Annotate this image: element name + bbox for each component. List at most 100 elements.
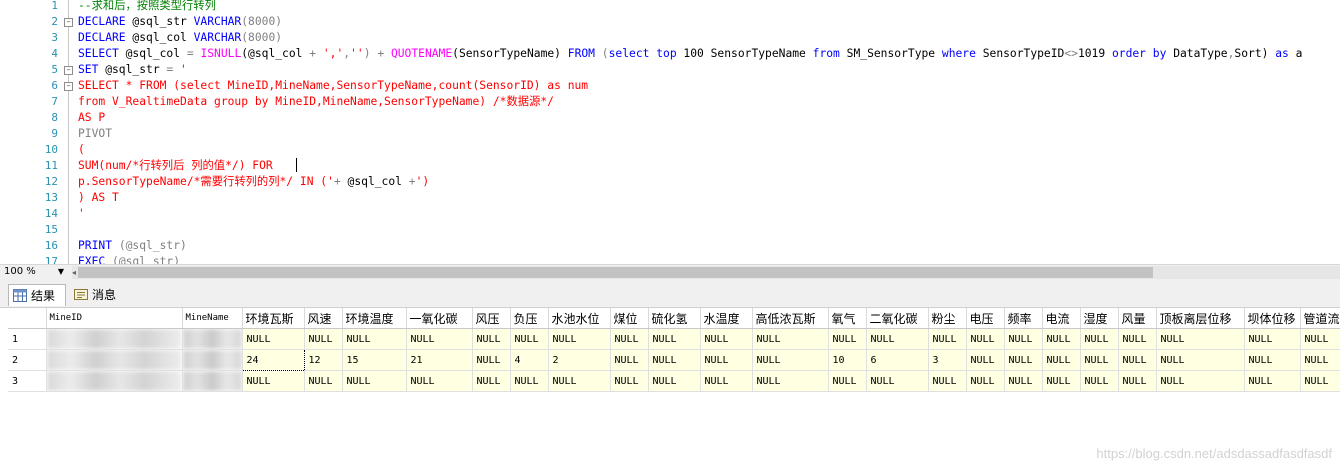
row-number[interactable]: 2 (8, 349, 47, 371)
grid-cell[interactable]: NULL (1244, 328, 1301, 350)
redacted-mine-name-cell[interactable] (182, 349, 243, 371)
grid-cell[interactable]: NULL (1004, 370, 1043, 392)
column-header[interactable]: 环境瓦斯 (242, 308, 305, 329)
grid-cell[interactable]: 2 (548, 349, 611, 371)
grid-cell[interactable]: NULL (700, 349, 753, 371)
grid-cell[interactable]: NULL (966, 370, 1005, 392)
grid-cell[interactable]: NULL (1042, 328, 1081, 350)
grid-cell[interactable]: NULL (1004, 328, 1043, 350)
grid-cell[interactable]: 10 (828, 349, 867, 371)
grid-cell[interactable]: NULL (242, 328, 305, 350)
grid-cell[interactable]: NULL (1118, 370, 1157, 392)
column-header[interactable]: 风速 (304, 308, 343, 329)
column-header[interactable]: 粉尘 (928, 308, 967, 329)
grid-cell[interactable]: 15 (342, 349, 407, 371)
grid-cell[interactable]: 4 (510, 349, 549, 371)
grid-cell[interactable]: NULL (700, 370, 753, 392)
column-header[interactable]: 硫化氢 (648, 308, 701, 329)
redacted-mine-id-cell[interactable] (46, 370, 183, 392)
grid-cell[interactable]: NULL (1244, 349, 1301, 371)
grid-cell[interactable]: NULL (1080, 349, 1119, 371)
grid-cell[interactable]: NULL (966, 349, 1005, 371)
grid-cell[interactable]: NULL (342, 370, 407, 392)
column-header[interactable]: 氧气 (828, 308, 867, 329)
grid-cell[interactable]: NULL (510, 328, 549, 350)
grid-cell[interactable]: NULL (1300, 370, 1340, 392)
table-row[interactable]: 3 NULL NULL NULL NULL NULL NULL NULL NULL NULL NUL… (8, 370, 1340, 392)
query-editor[interactable]: 1 2 3 4 5 6 7 8 9 10 11 12 13 14 15 16 17 --求和后，按照类型行转列 D… (0, 0, 1340, 264)
grid-cell[interactable]: NULL (472, 349, 511, 371)
grid-cell[interactable]: NULL (648, 370, 701, 392)
row-number[interactable]: 3 (8, 370, 47, 392)
column-header[interactable]: 坝体位移 (1244, 308, 1301, 329)
zoom-dropdown[interactable]: 100 % ▼ (4, 265, 66, 279)
redacted-mine-name-cell[interactable] (182, 328, 243, 350)
column-header[interactable]: 电流 (1042, 308, 1081, 329)
column-header[interactable]: 煤位 (610, 308, 649, 329)
grid-cell[interactable]: NULL (1004, 349, 1043, 371)
results-table[interactable]: MineID MineName 环境瓦斯 风速 环境温度 一氧化碳 风压 负压 水池水位 煤位 硫化… (8, 308, 1340, 392)
column-header[interactable]: 水温度 (700, 308, 753, 329)
grid-cell[interactable]: NULL (610, 328, 649, 350)
grid-cell[interactable]: NULL (548, 328, 611, 350)
column-header[interactable]: 高低浓瓦斯 (752, 308, 829, 329)
collapse-icon[interactable]: − (64, 82, 73, 91)
column-header[interactable]: 二氧化碳 (866, 308, 929, 329)
grid-cell[interactable]: NULL (1300, 328, 1340, 350)
grid-cell[interactable]: NULL (510, 370, 549, 392)
grid-cell[interactable]: NULL (648, 328, 701, 350)
column-header[interactable]: MineID (46, 308, 183, 329)
grid-cell[interactable]: 6 (866, 349, 929, 371)
grid-cell[interactable]: NULL (1080, 328, 1119, 350)
redacted-mine-id-cell[interactable] (46, 328, 183, 350)
table-row[interactable]: 2 24 12 15 21 NULL 4 2 NULL NULL NULL NULL 10 6 3 NULL N… (8, 349, 1340, 371)
grid-cell[interactable]: NULL (866, 370, 929, 392)
grid-cell[interactable]: NULL (472, 370, 511, 392)
grid-cell[interactable]: NULL (1118, 328, 1157, 350)
tab-results[interactable]: 结果 (8, 284, 66, 306)
grid-cell[interactable]: NULL (828, 370, 867, 392)
grid-cell[interactable]: NULL (700, 328, 753, 350)
grid-cell[interactable]: 24 (241, 349, 305, 371)
grid-cell[interactable]: NULL (242, 370, 305, 392)
table-row[interactable]: 1 NULL NULL NULL NULL NULL NULL NULL NULL NULL NUL… (8, 328, 1340, 350)
column-header[interactable]: 湿度 (1080, 308, 1119, 329)
grid-corner[interactable] (8, 308, 47, 329)
grid-cell[interactable]: NULL (928, 328, 967, 350)
grid-cell[interactable]: NULL (648, 349, 701, 371)
grid-cell[interactable]: NULL (1042, 349, 1081, 371)
grid-cell[interactable]: 21 (406, 349, 473, 371)
grid-cell[interactable]: 12 (304, 349, 343, 371)
column-header[interactable]: 水池水位 (548, 308, 611, 329)
grid-cell[interactable]: NULL (1156, 370, 1245, 392)
grid-cell[interactable]: NULL (752, 328, 829, 350)
column-header[interactable]: 负压 (510, 308, 549, 329)
grid-cell[interactable]: NULL (1300, 349, 1340, 371)
grid-cell[interactable]: NULL (406, 370, 473, 392)
column-header[interactable]: 电压 (966, 308, 1005, 329)
grid-cell[interactable]: NULL (752, 370, 829, 392)
column-header[interactable]: 频率 (1004, 308, 1043, 329)
grid-cell[interactable]: NULL (966, 328, 1005, 350)
grid-cell[interactable]: NULL (304, 370, 343, 392)
scrollbar-thumb[interactable] (78, 267, 1153, 278)
editor-horizontal-scrollbar[interactable]: ◂ (72, 266, 1340, 279)
grid-cell[interactable]: NULL (928, 370, 967, 392)
redacted-mine-id-cell[interactable] (46, 349, 183, 371)
grid-cell[interactable]: NULL (828, 328, 867, 350)
grid-cell[interactable]: NULL (406, 328, 473, 350)
column-header[interactable]: 风压 (472, 308, 511, 329)
column-header[interactable]: 风量 (1118, 308, 1157, 329)
grid-cell[interactable]: NULL (1244, 370, 1301, 392)
grid-cell[interactable]: 3 (928, 349, 967, 371)
grid-cell[interactable]: NULL (610, 349, 649, 371)
grid-cell[interactable]: NULL (1042, 370, 1081, 392)
grid-cell[interactable]: NULL (1156, 328, 1245, 350)
collapse-icon[interactable]: − (64, 66, 73, 75)
grid-cell[interactable]: NULL (610, 370, 649, 392)
redacted-mine-name-cell[interactable] (182, 370, 243, 392)
grid-cell[interactable]: NULL (342, 328, 407, 350)
grid-cell[interactable]: NULL (1080, 370, 1119, 392)
row-number[interactable]: 1 (8, 328, 47, 350)
column-header[interactable]: 管道流 (1300, 308, 1340, 329)
